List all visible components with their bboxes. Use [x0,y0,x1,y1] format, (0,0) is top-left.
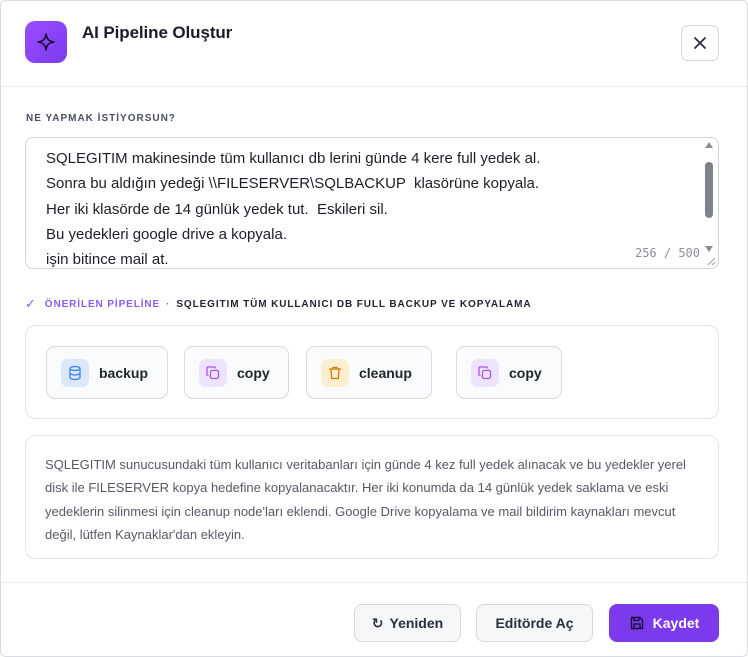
scroll-up-arrow-icon[interactable] [705,142,713,148]
prompt-textarea[interactable]: SQLEGITIM makinesinde tüm kullanıcı db l… [25,137,719,269]
pipeline-description: SQLEGITIM sunucusundaki tüm kullanıcı ve… [25,435,719,559]
pipeline-name: SQLEGITIM TÜM KULLANICI DB FULL BACKUP V… [176,298,532,310]
check-icon: ✓ [25,296,37,311]
close-icon [694,37,706,49]
node-copy[interactable]: copy [456,346,562,399]
retry-button[interactable]: ↻ Yeniden [354,604,461,642]
sparkle-icon [25,21,67,63]
copy-icon [471,358,499,387]
open-in-editor-label: Editörde Aç [495,615,574,631]
pipeline-nodes: backup copy cleanup copy [25,325,719,419]
ai-pipeline-dialog: AI Pipeline Oluştur NE YAPMAK İSTİYORSUN… [0,0,748,657]
separator: · [166,298,171,310]
character-counter: 256 / 500 [634,246,700,260]
copy-icon [199,358,227,387]
dialog-title: AI Pipeline Oluştur [82,23,233,42]
prompt-text[interactable]: SQLEGITIM makinesinde tüm kullanıcı db l… [46,146,696,268]
database-icon [61,358,89,387]
save-label: Kaydet [652,615,700,631]
close-button[interactable] [681,25,719,61]
node-label: copy [237,364,270,381]
dialog-header: AI Pipeline Oluştur [1,1,747,87]
save-button[interactable]: Kaydet [609,604,719,642]
dialog-footer: ↻ Yeniden Editörde Aç Kaydet [1,582,747,656]
suggested-pipeline-label: ÖNERİLEN PİPELİNE [44,298,161,310]
node-label: copy [509,364,542,381]
trash-icon [321,358,349,387]
prompt-label: NE YAPMAK İSTİYORSUN? [26,113,176,124]
node-copy[interactable]: copy [184,346,289,399]
suggested-pipeline-header: ✓ ÖNERİLEN PİPELİNE · SQLEGITIM TÜM KULL… [25,296,532,312]
description-text: SQLEGITIM sunucusundaki tüm kullanıcı ve… [45,457,686,542]
resize-handle-icon[interactable] [706,256,716,266]
retry-label: Yeniden [389,615,444,631]
open-in-editor-button[interactable]: Editörde Aç [476,604,593,642]
scroll-thumb[interactable] [705,162,713,218]
save-icon [630,616,643,630]
node-label: cleanup [359,364,412,381]
node-backup[interactable]: backup [46,346,168,399]
textarea-scrollbar[interactable] [704,142,714,252]
scroll-down-arrow-icon[interactable] [705,246,713,252]
node-label: backup [99,364,149,381]
node-cleanup[interactable]: cleanup [306,346,432,399]
refresh-icon: ↻ [371,614,384,631]
